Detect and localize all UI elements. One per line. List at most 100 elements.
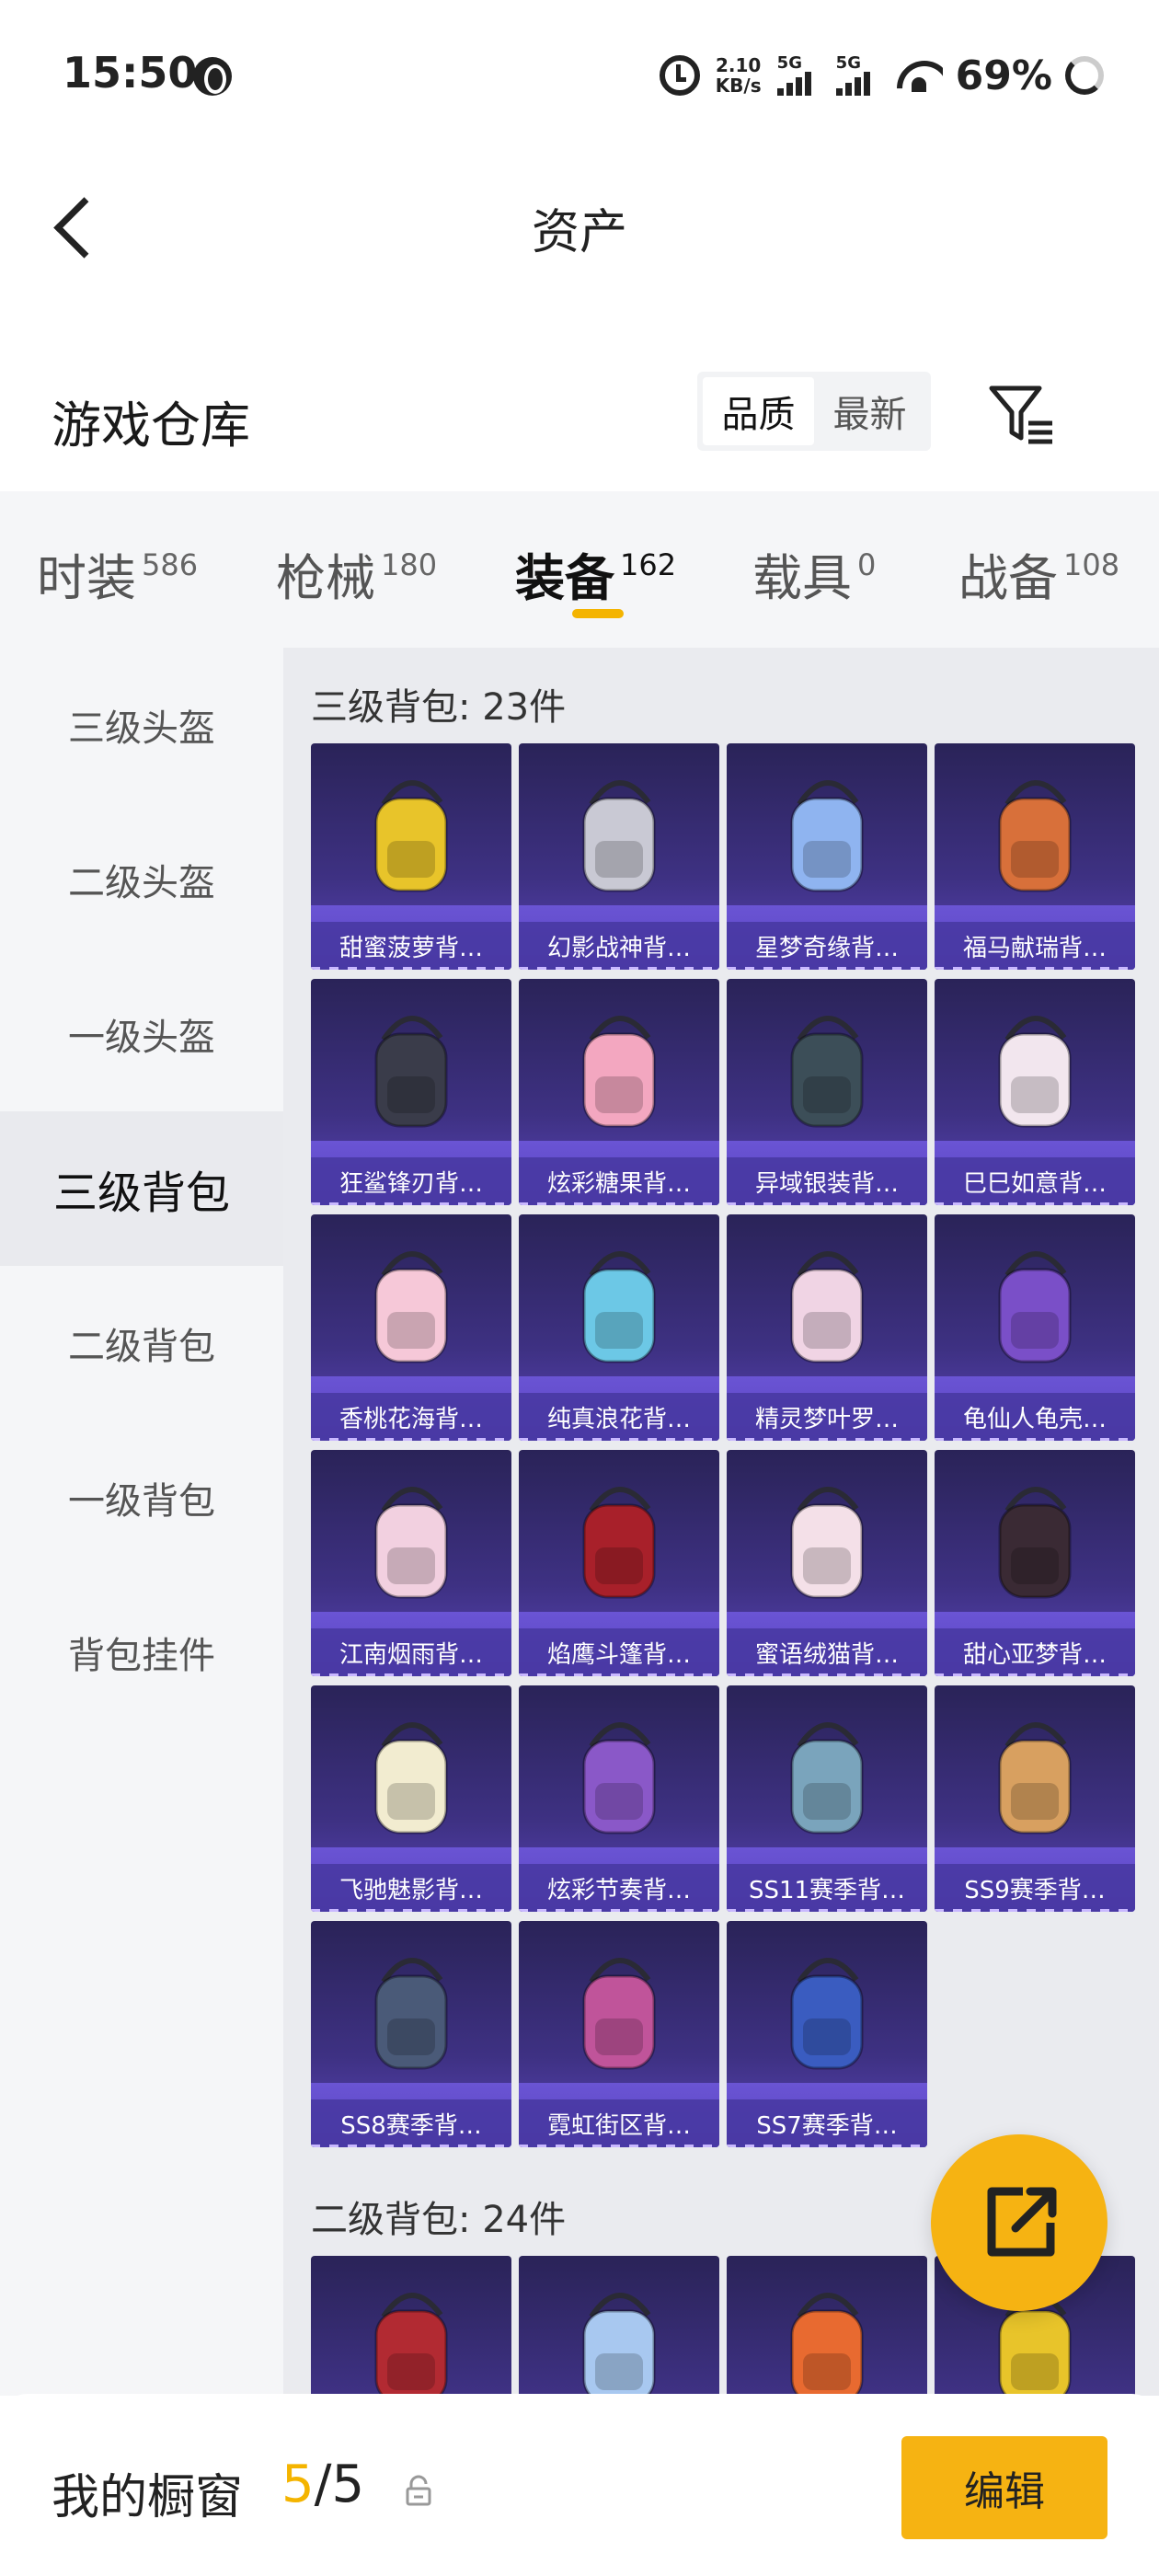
item-card[interactable]: SS8赛季背…: [311, 1921, 511, 2147]
backpack-icon: [582, 1487, 656, 1599]
sidebar-item-helmet-lv1[interactable]: 一级头盔: [0, 957, 283, 1111]
tab-vehicles[interactable]: 载具 0: [752, 537, 876, 610]
item-name: SS9赛季背…: [935, 1864, 1135, 1912]
tab-label: 战备: [958, 549, 1058, 607]
sidebar-item-backpack-charms[interactable]: 背包挂件: [0, 1575, 283, 1730]
backpack-icon: [790, 1958, 864, 2070]
item-card[interactable]: 炫彩节奏背…: [519, 1685, 719, 1912]
item-card[interactable]: 飞驰魅影背…: [311, 1685, 511, 1912]
tab-count: 180: [381, 547, 438, 582]
item-card[interactable]: 霓虹街区背…: [519, 1921, 719, 2147]
item-card[interactable]: SS11赛季背…: [727, 1685, 927, 1912]
showcase-label: 我的橱窗: [52, 2470, 244, 2525]
item-card[interactable]: 龟仙人龟壳…: [935, 1214, 1135, 1441]
active-tab-indicator: [572, 609, 624, 618]
category-tabs: 时装 586 枪械 180 装备 162 载具 0 战备 108: [0, 491, 1159, 648]
item-card[interactable]: 福马献瑞背…: [935, 743, 1135, 970]
backpack-icon: [790, 780, 864, 892]
item-name: 焰鹰斗篷背…: [519, 1628, 719, 1676]
tab-count: 586: [142, 547, 199, 582]
item-name: 飞驰魅影背…: [311, 1864, 511, 1912]
item-name: 江南烟雨背…: [311, 1628, 511, 1676]
item-card[interactable]: SS9赛季背…: [935, 1685, 1135, 1912]
backpack-icon: [374, 1722, 448, 1834]
item-name: 龟仙人龟壳…: [935, 1393, 1135, 1441]
item-card[interactable]: 狂鲨锋刃背…: [311, 979, 511, 1205]
item-name: 霓虹街区背…: [519, 2099, 719, 2147]
share-button[interactable]: [931, 2134, 1107, 2311]
backpack-icon: [374, 780, 448, 892]
showcase-count-separator: /: [314, 2455, 332, 2514]
signal-bars-icon: [776, 72, 811, 96]
tab-count: 108: [1063, 547, 1120, 582]
page-title: 资产: [531, 205, 627, 260]
sort-toggle: 品质 最新: [697, 372, 931, 451]
item-card[interactable]: 香桃花海背…: [311, 1214, 511, 1441]
sim1-label: 5G: [776, 53, 802, 73]
item-name: 星梦奇缘背…: [727, 922, 927, 970]
sim2-label: 5G: [835, 53, 861, 73]
item-name: 甜蜜菠萝背…: [311, 922, 511, 970]
item-card[interactable]: 异域银装背…: [727, 979, 927, 1205]
sidebar-item-helmet-lv3[interactable]: 三级头盔: [0, 648, 283, 802]
backpack-icon: [374, 1958, 448, 2070]
item-card[interactable]: 江南烟雨背…: [311, 1450, 511, 1676]
battery-percent: 69%: [955, 52, 1052, 99]
item-name: 异域银装背…: [727, 1157, 927, 1205]
item-card[interactable]: 炫彩糖果背…: [519, 979, 719, 1205]
item-name: SS11赛季背…: [727, 1864, 927, 1912]
item-name: 炫彩糖果背…: [519, 1157, 719, 1205]
backpack-icon: [790, 1251, 864, 1363]
backpack-icon: [998, 1722, 1072, 1834]
tab-fashion[interactable]: 时装 586: [37, 537, 198, 610]
status-time: 15:50: [63, 48, 198, 98]
backpack-icon: [582, 1251, 656, 1363]
showcase-count-total: 5: [331, 2455, 365, 2514]
item-name: 狂鲨锋刃背…: [311, 1157, 511, 1205]
tab-combat-gear[interactable]: 战备 108: [958, 537, 1119, 610]
tab-equipment[interactable]: 装备 162: [515, 537, 676, 610]
item-name: 福马献瑞背…: [935, 922, 1135, 970]
item-card[interactable]: 星梦奇缘背…: [727, 743, 927, 970]
signal-sim2: 5G: [835, 53, 882, 96]
alarm-icon: [659, 55, 700, 96]
sidebar-item-backpack-lv3[interactable]: 三级背包: [0, 1111, 283, 1266]
backpack-icon: [790, 2293, 864, 2396]
backpack-icon: [998, 1251, 1072, 1363]
backpack-icon: [790, 1016, 864, 1128]
item-grid-area[interactable]: 三级背包: 23件 甜蜜菠萝背… 幻影战神背… 星梦奇缘背… 福马献瑞背… 狂鲨锋刃背……: [283, 648, 1159, 2396]
item-card[interactable]: [519, 2256, 719, 2396]
item-card[interactable]: 蜜语绒猫背…: [727, 1450, 927, 1676]
sort-by-newest-button[interactable]: 最新: [814, 377, 925, 445]
showcase-count-current: 5: [281, 2455, 315, 2514]
item-card[interactable]: 幻影战神背…: [519, 743, 719, 970]
sidebar-item-backpack-lv2[interactable]: 二级背包: [0, 1266, 283, 1420]
sort-by-quality-button[interactable]: 品质: [703, 377, 814, 445]
section-title: 游戏仓库: [52, 397, 250, 454]
share-icon: [987, 2187, 1057, 2257]
item-card[interactable]: 焰鹰斗篷背…: [519, 1450, 719, 1676]
item-card[interactable]: 巳巳如意背…: [935, 979, 1135, 1205]
signal-sim1: 5G: [776, 53, 823, 96]
backpack-icon: [374, 1487, 448, 1599]
item-card[interactable]: [727, 2256, 927, 2396]
status-indicators: 2.10 KB/s 5G 5G 69%: [659, 48, 1104, 103]
filter-button[interactable]: [984, 377, 1058, 451]
item-card[interactable]: SS7赛季背…: [727, 1921, 927, 2147]
edit-button[interactable]: 编辑: [901, 2436, 1107, 2539]
sidebar-item-backpack-lv1[interactable]: 一级背包: [0, 1420, 283, 1575]
net-speed-unit: KB/s: [715, 75, 762, 97]
item-name: 纯真浪花背…: [519, 1393, 719, 1441]
item-name: 香桃花海背…: [311, 1393, 511, 1441]
tab-firearms[interactable]: 枪械 180: [276, 537, 437, 610]
item-card[interactable]: 甜心亚梦背…: [935, 1450, 1135, 1676]
sidebar-item-helmet-lv2[interactable]: 二级头盔: [0, 802, 283, 957]
item-name: 精灵梦叶罗…: [727, 1393, 927, 1441]
item-card[interactable]: 精灵梦叶罗…: [727, 1214, 927, 1441]
item-card[interactable]: 甜蜜菠萝背…: [311, 743, 511, 970]
backpack-icon: [374, 1251, 448, 1363]
backpack-icon: [582, 780, 656, 892]
item-card[interactable]: 纯真浪花背…: [519, 1214, 719, 1441]
item-card[interactable]: [311, 2256, 511, 2396]
backpack-icon: [374, 2293, 448, 2396]
